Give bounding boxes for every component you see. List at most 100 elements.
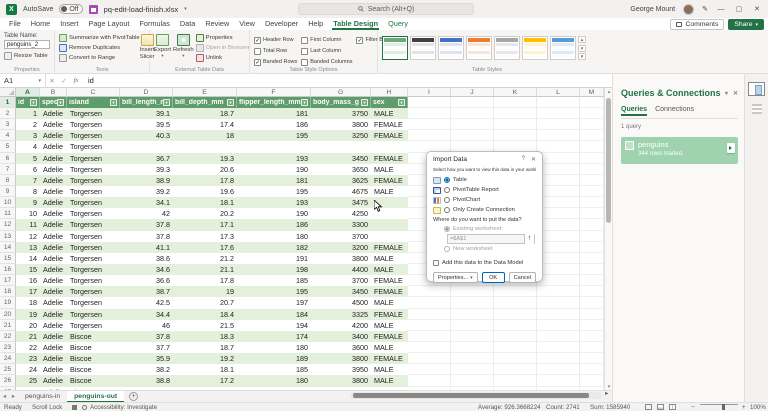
cell[interactable]: 3625 — [311, 175, 371, 186]
cell[interactable]: 18 — [173, 130, 237, 141]
sheet-nav-left-icon[interactable]: ◄ — [0, 394, 9, 400]
cell[interactable]: MALE — [371, 264, 408, 275]
cell[interactable] — [494, 130, 537, 141]
cell[interactable] — [408, 286, 451, 297]
cell[interactable]: 19 — [16, 309, 40, 320]
cell[interactable] — [580, 331, 604, 342]
pane-grid-icon[interactable] — [752, 104, 762, 114]
cell[interactable]: 4200 — [311, 320, 371, 331]
cell[interactable]: 21.5 — [173, 320, 237, 331]
cell[interactable]: Torgersen — [67, 197, 120, 208]
table-style-green[interactable] — [382, 36, 408, 60]
cell[interactable] — [451, 297, 494, 308]
cell[interactable] — [580, 219, 604, 230]
cell[interactable] — [494, 286, 537, 297]
cell[interactable]: 17.8 — [173, 175, 237, 186]
minimize-icon[interactable]: — — [716, 6, 726, 13]
col-header-F[interactable]: F — [237, 88, 311, 97]
table-header-flipper-length-mm[interactable]: flipper_length_mm▾ — [237, 97, 311, 108]
col-header-M[interactable]: M — [580, 88, 604, 97]
name-box[interactable]: A1▾ — [0, 74, 46, 88]
table-style-blue[interactable] — [438, 36, 464, 60]
cell[interactable] — [173, 141, 237, 152]
cell[interactable] — [494, 342, 537, 353]
cell[interactable]: 18.1 — [173, 197, 237, 208]
gallery-up-icon[interactable]: ▲ — [578, 36, 586, 43]
cell[interactable] — [580, 130, 604, 141]
cell[interactable]: FEMALE — [371, 353, 408, 364]
cell[interactable] — [408, 130, 451, 141]
dialog-help-icon[interactable]: ? — [522, 156, 525, 163]
cell[interactable]: 3400 — [311, 331, 371, 342]
cell[interactable]: 180 — [237, 375, 311, 386]
cell[interactable]: 19 — [173, 286, 237, 297]
cell[interactable]: 17.8 — [173, 275, 237, 286]
row-header-10[interactable]: 10 — [0, 197, 16, 208]
cell[interactable]: FEMALE — [371, 130, 408, 141]
cell[interactable]: 21 — [16, 331, 40, 342]
cell[interactable]: 20 — [16, 320, 40, 331]
cell[interactable] — [451, 119, 494, 130]
cell[interactable]: Adelie — [40, 331, 67, 342]
cell[interactable]: Adelie — [40, 364, 67, 375]
row-header-15[interactable]: 15 — [0, 253, 16, 264]
cell[interactable]: 185 — [237, 364, 311, 375]
cell[interactable] — [537, 320, 580, 331]
cell[interactable]: 18.7 — [173, 342, 237, 353]
cell[interactable] — [408, 364, 451, 375]
cell[interactable]: 3450 — [311, 153, 371, 164]
row-header-21[interactable]: 21 — [0, 320, 16, 331]
cell[interactable]: 18.7 — [173, 108, 237, 119]
button-remove-duplicates[interactable]: Remove Duplicates — [59, 43, 140, 53]
menu-tab-insert[interactable]: Insert — [55, 18, 83, 30]
cell[interactable]: 4250 — [311, 208, 371, 219]
row-header-8[interactable]: 8 — [0, 175, 16, 186]
cell[interactable]: 20.2 — [173, 208, 237, 219]
collapse-dialog-icon[interactable]: ↑ — [524, 234, 534, 244]
cell[interactable]: Adelie — [40, 119, 67, 130]
cell[interactable]: MALE — [371, 186, 408, 197]
cell[interactable] — [537, 231, 580, 242]
cell[interactable]: FEMALE — [371, 119, 408, 130]
checkbox-banded-columns[interactable]: Banded Columns — [301, 57, 352, 67]
cell[interactable]: Adelie — [40, 375, 67, 386]
row-header-16[interactable]: 16 — [0, 264, 16, 275]
cell[interactable] — [537, 219, 580, 230]
cell[interactable] — [371, 141, 408, 152]
cell[interactable] — [311, 141, 371, 152]
cancel-button[interactable]: Cancel — [509, 272, 536, 283]
cell[interactable]: Biscoe — [67, 375, 120, 386]
row-header-25[interactable]: 25 — [0, 364, 16, 375]
comments-button[interactable]: Comments — [670, 19, 724, 30]
cell[interactable]: 3700 — [311, 275, 371, 286]
cell[interactable]: 3950 — [311, 364, 371, 375]
cell[interactable]: 37.7 — [120, 342, 173, 353]
menu-tab-developer[interactable]: Developer — [260, 18, 303, 30]
table-header-island[interactable]: island▾ — [67, 97, 120, 108]
col-header-K[interactable]: K — [494, 88, 537, 97]
cell[interactable] — [537, 164, 580, 175]
row-header-9[interactable]: 9 — [0, 186, 16, 197]
cell[interactable]: MALE — [371, 108, 408, 119]
cell[interactable] — [580, 164, 604, 175]
cell[interactable]: Torgersen — [67, 297, 120, 308]
menu-tab-table-design[interactable]: Table Design — [328, 18, 383, 30]
row-header-2[interactable]: 2 — [0, 108, 16, 119]
cell[interactable]: Torgersen — [67, 286, 120, 297]
avatar[interactable] — [683, 4, 694, 15]
cell[interactable] — [537, 153, 580, 164]
row-header-7[interactable]: 7 — [0, 164, 16, 175]
cell[interactable]: 194 — [237, 320, 311, 331]
cell[interactable]: 36.7 — [120, 153, 173, 164]
cell[interactable] — [580, 242, 604, 253]
enter-entry-icon[interactable]: ✓ — [58, 77, 70, 85]
cell[interactable]: Adelie — [40, 108, 67, 119]
row-header-24[interactable]: 24 — [0, 353, 16, 364]
cell[interactable] — [537, 130, 580, 141]
cell[interactable]: 3200 — [311, 242, 371, 253]
cell[interactable]: 34.1 — [120, 197, 173, 208]
cell[interactable] — [537, 342, 580, 353]
cell[interactable]: 5 — [16, 153, 40, 164]
cell[interactable]: Torgersen — [67, 119, 120, 130]
cell[interactable]: 3300 — [311, 219, 371, 230]
